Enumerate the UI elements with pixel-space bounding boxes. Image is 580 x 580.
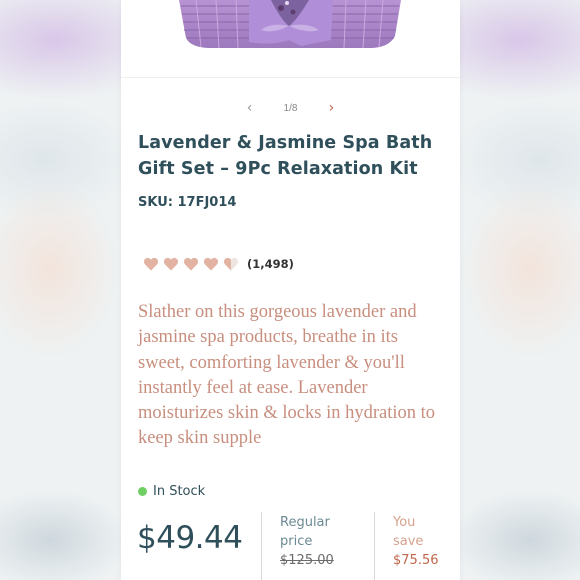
status-dot-icon [138, 487, 147, 496]
sale-price: $49.44 [137, 520, 243, 556]
product-image[interactable] [121, 0, 460, 78]
regular-price-label-2: price [280, 534, 313, 549]
product-card: ‹ 1/8 › Lavender & Jasmine Spa Bath Gift… [121, 0, 460, 580]
rating-hearts [143, 256, 239, 272]
savings-label-2: save [393, 534, 424, 549]
price-divider [261, 512, 262, 580]
chevron-right-icon[interactable]: › [323, 100, 339, 116]
review-count[interactable]: (1,498) [247, 257, 294, 271]
chevron-left-icon[interactable]: ‹ [242, 100, 258, 116]
savings-amount: $75.56 [393, 553, 439, 568]
stock-status-label: In Stock [153, 484, 206, 499]
image-carousel-controls: ‹ 1/8 › [121, 98, 460, 118]
rating-summary[interactable]: (1,498) [143, 256, 294, 272]
heart-icon [224, 257, 238, 271]
heart-icon [144, 257, 158, 271]
product-sku: SKU: 17FJ014 [138, 195, 237, 210]
regular-price-block: Regular price $125.00 [280, 513, 360, 570]
regular-price-label: Regular [280, 515, 330, 530]
savings-block: You save $75.56 [393, 513, 453, 570]
product-title: Lavender & Jasmine Spa Bath Gift Set – 9… [138, 133, 433, 179]
heart-icon [184, 257, 198, 271]
stock-status: In Stock [138, 484, 205, 499]
regular-price-value: $125.00 [280, 553, 334, 568]
savings-divider [374, 512, 375, 580]
basket-image [179, 0, 401, 49]
image-counter: 1/8 [283, 102, 298, 114]
heart-icon [164, 257, 178, 271]
savings-label: You [393, 515, 416, 530]
product-description: Slather on this gorgeous lavender and ja… [138, 302, 436, 449]
heart-icon [204, 257, 218, 271]
